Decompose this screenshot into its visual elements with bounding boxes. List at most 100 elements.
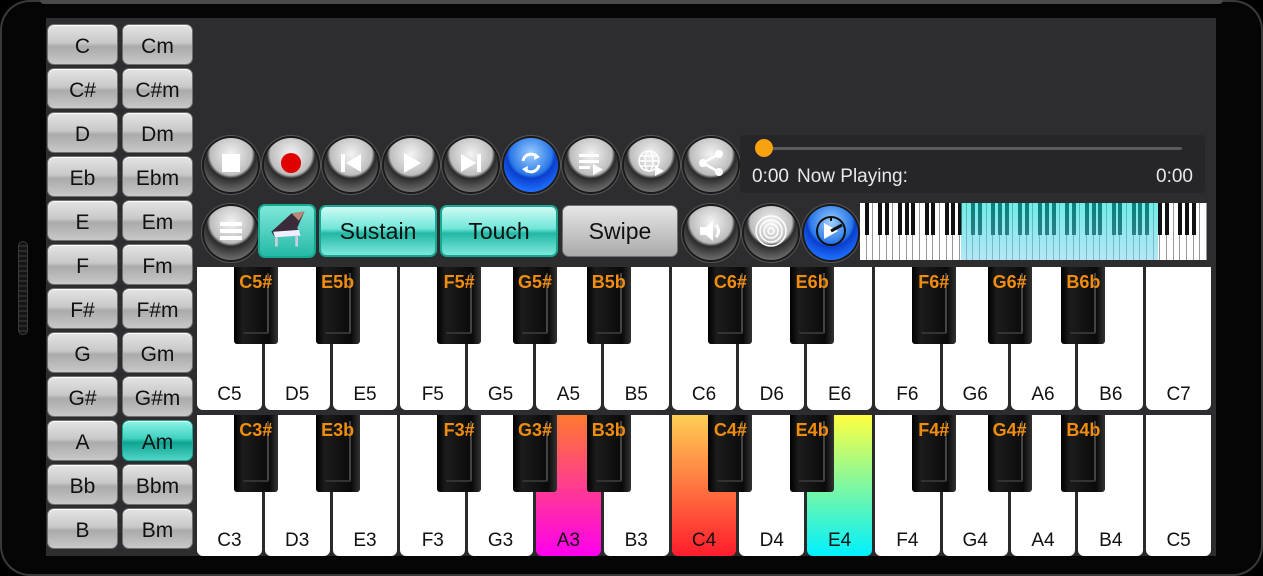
chord-button[interactable]: E — [47, 200, 118, 241]
chord-button[interactable]: C — [47, 24, 118, 65]
white-key-label: C5 — [1166, 530, 1191, 551]
chord-label: Cm — [141, 34, 174, 58]
chord-button[interactable]: Am — [122, 420, 193, 461]
swipe-toggle[interactable]: Swipe — [562, 205, 678, 257]
online-songs-button[interactable] — [624, 138, 678, 192]
chord-button[interactable]: F — [47, 244, 118, 285]
chord-button[interactable]: Bb — [47, 464, 118, 505]
mini-black-key — [944, 203, 949, 235]
chord-button[interactable]: G — [47, 332, 118, 373]
sustain-toggle[interactable]: Sustain — [319, 205, 437, 257]
black-key[interactable]: F3# — [437, 415, 482, 492]
share-button[interactable] — [684, 138, 738, 192]
chord-button[interactable]: Bbm — [122, 464, 193, 505]
app-screen: C Cm C# C#m D Dm Eb Ebm E Em F Fm F# F#m G Gm G# G#m A Am Bb… — [46, 18, 1216, 556]
black-key[interactable]: E5b — [315, 267, 360, 344]
black-key[interactable]: B5b — [586, 267, 631, 344]
mini-black-key — [884, 203, 889, 235]
white-key-label: F5 — [421, 384, 444, 405]
chord-button[interactable]: Em — [122, 200, 193, 241]
chord-label: B — [75, 518, 90, 542]
black-key[interactable]: F6# — [911, 267, 956, 344]
chord-button[interactable]: F# — [47, 288, 118, 329]
black-key[interactable]: B6b — [1061, 267, 1106, 344]
chord-button[interactable]: Dm — [122, 112, 193, 153]
chord-button[interactable]: B — [47, 508, 118, 549]
black-key[interactable]: F4# — [911, 415, 956, 492]
previous-button[interactable] — [324, 138, 378, 192]
mini-black-key — [898, 203, 903, 235]
chord-button[interactable]: F#m — [122, 288, 193, 329]
chord-button[interactable]: A — [47, 420, 118, 461]
chord-button[interactable]: G# — [47, 376, 118, 417]
black-key[interactable]: E3b — [315, 415, 360, 492]
white-key-label: E6 — [827, 384, 852, 405]
chord-button[interactable]: Eb — [47, 156, 118, 197]
mini-black-key — [911, 203, 916, 235]
song-progress-slider[interactable] — [755, 139, 1182, 157]
black-key-label: C3# — [239, 420, 273, 440]
white-key-label: E5 — [353, 384, 377, 405]
white-key-label: B6 — [1099, 384, 1123, 405]
playlist-button[interactable] — [564, 138, 618, 192]
elapsed-time: 0:00 — [752, 166, 789, 187]
stop-button[interactable] — [204, 138, 258, 192]
touch-toggle[interactable]: Touch — [440, 205, 558, 257]
mini-black-key — [1158, 203, 1163, 235]
reverb-button[interactable] — [744, 206, 798, 260]
black-key[interactable]: B4b — [1061, 415, 1106, 492]
black-key[interactable]: G4# — [987, 415, 1032, 492]
visible-range-highlight[interactable] — [960, 203, 1159, 260]
volume-button[interactable] — [684, 206, 738, 260]
reverb-icon — [754, 214, 788, 253]
black-key[interactable]: C6# — [708, 267, 753, 344]
chord-label: Em — [141, 210, 174, 234]
record-button[interactable] — [264, 138, 318, 192]
black-key[interactable]: C5# — [233, 267, 278, 344]
chord-label: E — [75, 210, 90, 234]
black-key[interactable]: B3b — [586, 415, 631, 492]
progress-thumb[interactable] — [755, 139, 773, 157]
chord-label: C#m — [135, 78, 180, 102]
chord-button[interactable]: Bm — [122, 508, 193, 549]
black-key[interactable]: E6b — [790, 267, 835, 344]
black-key[interactable]: C3# — [233, 415, 278, 492]
mini-black-key — [1184, 203, 1189, 235]
black-key[interactable]: F5# — [437, 267, 482, 344]
black-key[interactable]: G3# — [513, 415, 557, 492]
play-button[interactable] — [384, 138, 438, 192]
black-key[interactable]: C4# — [708, 415, 753, 492]
next-button[interactable] — [444, 138, 498, 192]
loop-button[interactable] — [504, 138, 558, 192]
chord-button[interactable]: Gm — [122, 332, 193, 373]
mini-black-key — [951, 203, 956, 235]
tempo-button[interactable] — [804, 206, 858, 260]
record-icon — [274, 146, 308, 185]
chord-button[interactable]: Fm — [122, 244, 193, 285]
chord-button[interactable]: C#m — [122, 68, 193, 109]
device-side-button — [18, 241, 28, 335]
black-key[interactable]: G6# — [987, 267, 1032, 344]
white-key-label: E4 — [827, 530, 852, 551]
mini-black-key — [931, 203, 936, 235]
keyboard-navigator[interactable] — [860, 203, 1207, 260]
menu-button[interactable] — [204, 206, 258, 260]
white-key-label: C5 — [217, 384, 242, 405]
chord-button[interactable]: G#m — [122, 376, 193, 417]
chord-button[interactable]: Cm — [122, 24, 193, 65]
chord-button[interactable]: Ebm — [122, 156, 193, 197]
black-key[interactable]: G5# — [513, 267, 557, 344]
black-key[interactable]: E4b — [790, 415, 835, 492]
white-key-label: C7 — [1166, 384, 1191, 405]
chord-button[interactable]: D — [47, 112, 118, 153]
white-key-label: C3 — [217, 530, 242, 551]
white-key-label: A5 — [556, 384, 581, 405]
mini-black-key — [864, 203, 869, 235]
chord-button[interactable]: C# — [47, 68, 118, 109]
white-key[interactable]: C5 — [1146, 415, 1211, 556]
white-key[interactable]: C7 — [1146, 267, 1211, 410]
instrument-button[interactable] — [258, 204, 316, 258]
black-key-label: B6b — [1066, 272, 1101, 292]
repeat-icon — [514, 146, 548, 185]
skip-next-icon — [454, 146, 488, 185]
